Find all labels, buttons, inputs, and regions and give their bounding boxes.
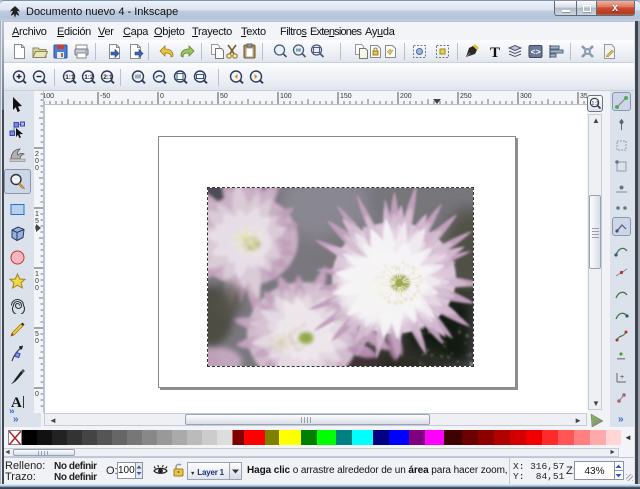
svg-text:200: 200: [400, 93, 412, 100]
svg-text:+: +: [620, 374, 624, 381]
svg-text:1:2: 1:2: [84, 74, 94, 81]
svg-text:100: 100: [280, 93, 292, 100]
svg-text:1:1: 1:1: [65, 74, 75, 81]
svg-text:0: 0: [35, 338, 39, 345]
svg-text:<>: <>: [531, 48, 541, 58]
svg-text:0: 0: [35, 285, 39, 292]
svg-text:0: 0: [35, 165, 39, 172]
svg-text:0: 0: [35, 391, 39, 398]
svg-text:1: 1: [35, 271, 39, 278]
svg-text:-50: -50: [100, 93, 110, 100]
svg-text:50: 50: [220, 93, 228, 100]
svg-text:5: 5: [35, 331, 39, 338]
svg-text:250: 250: [460, 93, 472, 100]
svg-text:2: 2: [35, 151, 39, 158]
svg-text:300: 300: [520, 93, 532, 100]
svg-text:2:1: 2:1: [103, 74, 113, 81]
svg-text:T: T: [490, 45, 500, 60]
svg-text:-100: -100: [44, 93, 54, 100]
svg-text:0: 0: [35, 278, 39, 285]
svg-text:150: 150: [340, 93, 352, 100]
svg-text:0: 0: [35, 158, 39, 165]
svg-text:1: 1: [35, 211, 39, 218]
svg-text:0: 0: [160, 93, 164, 100]
svg-text:5: 5: [35, 218, 39, 225]
